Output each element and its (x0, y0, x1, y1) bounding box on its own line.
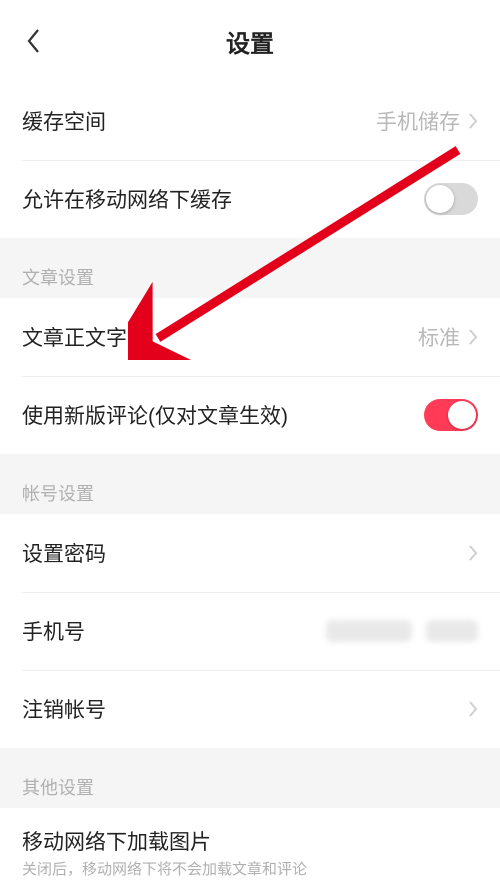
row-password[interactable]: 设置密码 (0, 514, 500, 592)
header-bar: 设置 (0, 0, 500, 82)
row-value: 标准 (418, 322, 478, 352)
chevron-right-icon (468, 112, 478, 130)
back-button[interactable] (18, 26, 48, 56)
toggle-knob (448, 401, 476, 429)
toggle-knob (426, 185, 454, 213)
chevron-left-icon (26, 28, 40, 54)
section-header-account: 帐号设置 (0, 466, 500, 514)
row-description: 关闭后，移动网络下将不会加载文章和评论 (0, 858, 500, 889)
row-value: 手机储存 (376, 106, 478, 136)
group-storage: 缓存空间 手机储存 允许在移动网络下缓存 (0, 82, 500, 238)
row-font-size[interactable]: 文章正文字号 标准 (0, 298, 500, 376)
row-phone[interactable]: 手机号 (0, 592, 500, 670)
section-divider (0, 454, 500, 466)
row-new-comment: 使用新版评论(仅对文章生效) (0, 376, 500, 454)
blurred-phone-extra (426, 620, 478, 642)
blurred-phone-number (326, 620, 412, 642)
row-load-image-mobile[interactable]: 移动网络下加载图片 (0, 808, 500, 858)
toggle-new-comment[interactable] (424, 399, 478, 431)
chevron-right-icon (468, 328, 478, 346)
row-label: 设置密码 (22, 538, 106, 568)
section-header-article: 文章设置 (0, 250, 500, 298)
row-mobile-cache: 允许在移动网络下缓存 (0, 160, 500, 238)
row-label: 允许在移动网络下缓存 (22, 184, 232, 214)
cache-value-text: 手机储存 (376, 106, 460, 136)
row-cache-space[interactable]: 缓存空间 手机储存 (0, 82, 500, 160)
row-label: 文章正文字号 (22, 322, 148, 352)
toggle-mobile-cache[interactable] (424, 183, 478, 215)
group-article: 文章正文字号 标准 使用新版评论(仅对文章生效) (0, 298, 500, 454)
row-logout[interactable]: 注销帐号 (0, 670, 500, 748)
row-label: 注销帐号 (22, 694, 106, 724)
row-value-blurred (326, 620, 478, 642)
font-value-text: 标准 (418, 322, 460, 352)
row-value (468, 700, 478, 718)
row-label: 缓存空间 (22, 106, 106, 136)
group-other: 移动网络下加载图片 关闭后，移动网络下将不会加载文章和评论 (0, 808, 500, 889)
row-label: 手机号 (22, 616, 85, 646)
page-title: 设置 (20, 24, 480, 59)
section-divider (0, 238, 500, 250)
row-label: 移动网络下加载图片 (22, 826, 211, 856)
section-divider (0, 748, 500, 760)
chevron-right-icon (468, 700, 478, 718)
group-account: 设置密码 手机号 注销帐号 (0, 514, 500, 748)
row-label: 使用新版评论(仅对文章生效) (22, 400, 288, 430)
row-value (468, 544, 478, 562)
chevron-right-icon (468, 544, 478, 562)
section-header-other: 其他设置 (0, 760, 500, 808)
